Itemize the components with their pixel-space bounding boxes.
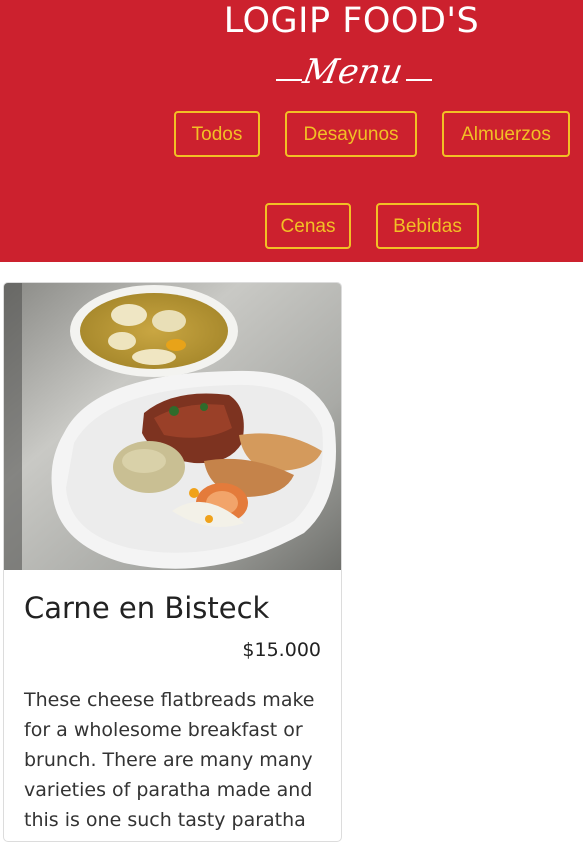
filter-button-cenas[interactable]: Cenas bbox=[265, 203, 351, 249]
dish-description: These cheese flatbreads make for a whole… bbox=[24, 689, 315, 831]
brand-title: LOGIP FOOD'S bbox=[223, 1, 480, 41]
menu-script-text: Menu bbox=[300, 52, 406, 92]
dish-photo bbox=[4, 283, 341, 570]
filter-button-todos[interactable]: Todos bbox=[174, 111, 260, 157]
menu-script-logo: Menu bbox=[270, 42, 436, 102]
filter-button-almuerzos[interactable]: Almuerzos bbox=[442, 111, 570, 157]
dish-title: Carne en Bisteck bbox=[24, 591, 270, 625]
filter-button-bebidas[interactable]: Bebidas bbox=[376, 203, 479, 249]
filter-button-desayunos[interactable]: Desayunos bbox=[285, 111, 417, 157]
product-card[interactable]: Carne en Bisteck $15.000 These cheese fl… bbox=[3, 282, 342, 842]
site-header: LOGIP FOOD'S Menu Todos Desayunos Almuer… bbox=[0, 0, 583, 262]
script-dash-right bbox=[406, 79, 432, 81]
dish-price: $15.000 bbox=[242, 639, 321, 661]
